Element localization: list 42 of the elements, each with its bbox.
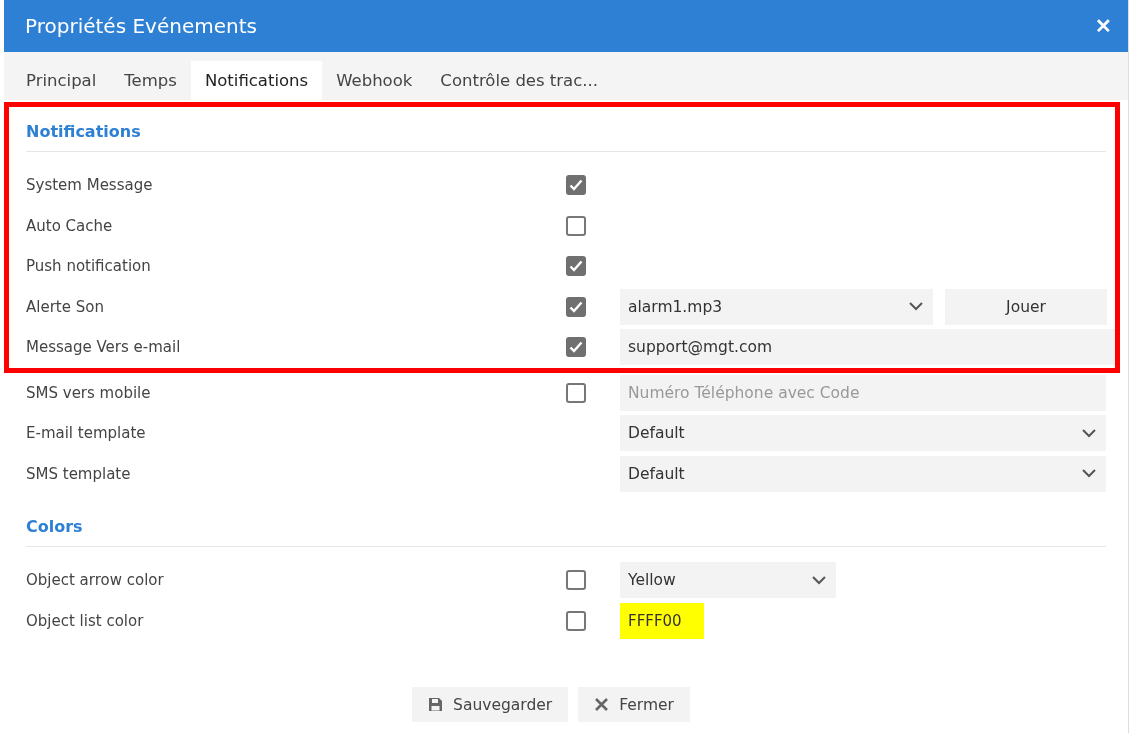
dropdown[interactable]: Default <box>620 415 1106 452</box>
tab[interactable]: Contrôle des trac... <box>426 61 613 100</box>
field-label: SMS vers mobile <box>26 383 152 402</box>
field-label: Auto Cache <box>26 216 114 235</box>
close-icon <box>594 697 610 712</box>
field-label: Message Vers e-mail <box>26 338 182 357</box>
field-label: Push notification <box>26 257 152 276</box>
checkbox[interactable] <box>566 570 586 591</box>
section-heading: Notifications <box>26 122 141 141</box>
play-button[interactable]: Jouer <box>945 288 1107 325</box>
checkbox[interactable] <box>566 175 586 196</box>
chevron-down-icon <box>909 302 923 312</box>
tab[interactable]: Principal <box>12 61 111 100</box>
chevron-down-icon <box>1082 469 1096 479</box>
color-field[interactable]: FFFF00 <box>620 602 704 639</box>
chevron-down-icon <box>1082 428 1096 438</box>
checkbox[interactable] <box>566 296 586 317</box>
input-field[interactable]: Numéro Téléphone avec Code <box>620 374 1106 411</box>
chevron-down-icon <box>812 575 826 585</box>
close-button[interactable]: Fermer <box>578 687 690 722</box>
field-label: System Message <box>26 176 154 195</box>
checkbox[interactable] <box>566 215 586 236</box>
checkbox[interactable] <box>566 337 586 358</box>
tab[interactable]: Webhook <box>322 61 427 100</box>
field-label: SMS template <box>26 464 132 483</box>
close-button[interactable]: ✕ <box>1095 14 1112 38</box>
dropdown[interactable]: Default <box>620 455 1106 492</box>
window-title: Propriétés Evénements <box>25 14 257 38</box>
dropdown[interactable]: Yellow <box>620 562 836 599</box>
checkbox[interactable] <box>566 610 586 631</box>
checkbox[interactable] <box>566 256 586 277</box>
field-label: Object list color <box>26 611 145 630</box>
dropdown[interactable]: alarm1.mp3 <box>620 288 933 325</box>
field-label: Object arrow color <box>26 571 165 590</box>
section-heading: Colors <box>26 517 83 536</box>
tab[interactable]: Temps <box>110 61 191 100</box>
input-field[interactable]: support@mgt.com <box>620 329 1115 366</box>
checkbox[interactable] <box>566 382 586 403</box>
save-button[interactable]: Sauvegarder <box>412 687 569 722</box>
field-label: Alerte Son <box>26 297 105 316</box>
field-label: E-mail template <box>26 424 147 443</box>
tab[interactable]: Notifications <box>190 61 323 100</box>
